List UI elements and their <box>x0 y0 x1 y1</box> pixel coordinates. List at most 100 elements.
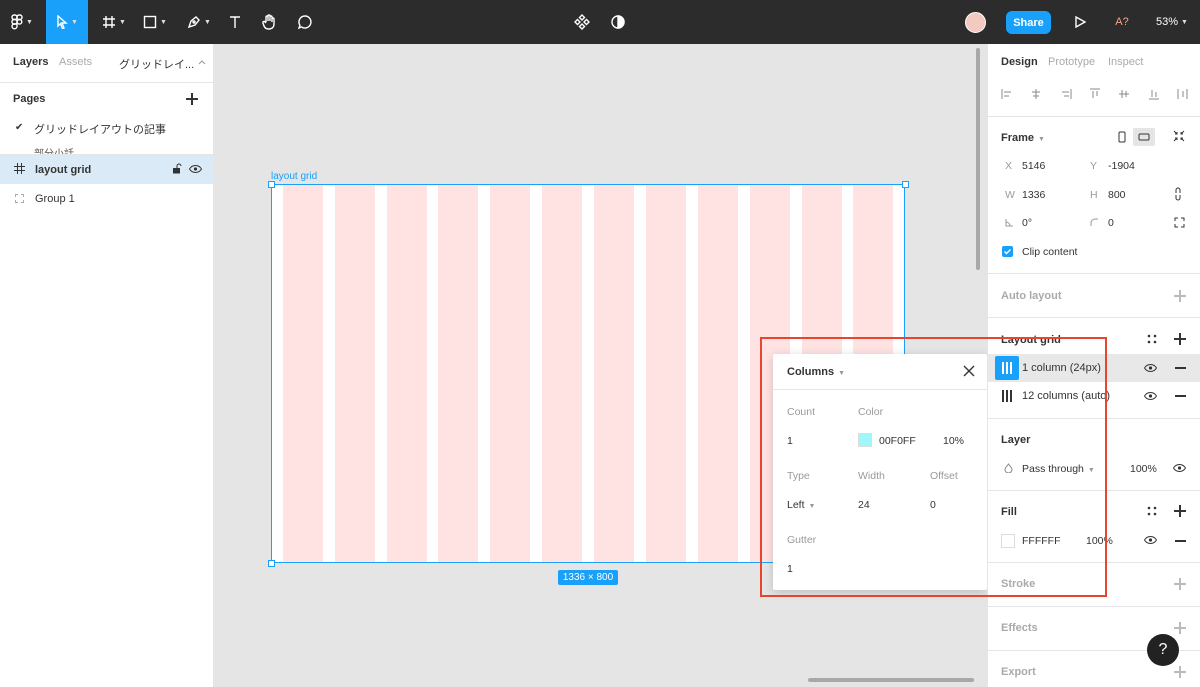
layer-label: Group 1 <box>35 193 75 205</box>
add-export-icon[interactable] <box>1174 666 1186 678</box>
add-fill-icon[interactable] <box>1174 505 1186 517</box>
grid-column <box>698 185 738 562</box>
align-middle-icon[interactable] <box>1118 88 1130 100</box>
eye-icon[interactable] <box>189 165 202 173</box>
grid-column <box>283 185 323 562</box>
add-auto-layout-icon[interactable] <box>1174 290 1186 302</box>
landscape-button[interactable] <box>1133 128 1155 146</box>
hand-icon <box>262 14 275 30</box>
frame-section-title[interactable]: Frame ▼ <box>1001 132 1045 144</box>
pages-title: Pages <box>13 93 46 105</box>
user-avatar[interactable] <box>965 12 986 33</box>
comment-icon <box>297 15 312 30</box>
chevron-up-icon[interactable] <box>198 59 206 65</box>
add-layout-grid-icon[interactable] <box>1174 333 1186 345</box>
highlight-box <box>760 337 1107 597</box>
pen-icon <box>187 16 200 29</box>
missing-fonts-button[interactable]: A? <box>1112 0 1132 44</box>
comment-tool-button[interactable] <box>294 0 316 44</box>
effects-title: Effects <box>1001 622 1038 634</box>
eye-icon[interactable] <box>1144 536 1157 544</box>
corner-radius-icon <box>1090 218 1098 226</box>
remove-grid-icon[interactable] <box>1175 395 1186 397</box>
text-icon <box>230 16 240 28</box>
resize-to-fit-icon[interactable] <box>1173 130 1185 142</box>
constrain-proportions-icon[interactable] <box>1174 187 1182 201</box>
tab-inspect[interactable]: Inspect <box>1108 56 1143 68</box>
page-switcher[interactable]: グリッドレイ... <box>119 56 194 72</box>
align-center-icon[interactable] <box>1030 88 1042 100</box>
rotation-input[interactable]: 0° <box>1022 217 1032 229</box>
grid-column <box>438 185 478 562</box>
layer-row-layout-grid[interactable]: layout grid <box>0 155 214 184</box>
y-label: Y <box>1090 160 1098 172</box>
width-input[interactable]: 1336 <box>1022 189 1045 201</box>
component-icon <box>574 14 590 30</box>
resize-handle[interactable] <box>902 181 909 188</box>
align-top-icon[interactable] <box>1089 88 1101 100</box>
clip-content-label: Clip content <box>1022 246 1078 258</box>
frame-name-label[interactable]: layout grid <box>271 171 317 182</box>
align-left-icon[interactable] <box>1001 88 1013 100</box>
alignment-toolbar <box>1001 88 1191 100</box>
theme-toggle-button[interactable] <box>607 0 629 44</box>
resize-handle[interactable] <box>268 560 275 567</box>
eye-icon[interactable] <box>1144 392 1157 400</box>
grid-column <box>646 185 686 562</box>
eye-icon[interactable] <box>1173 464 1186 472</box>
tab-prototype[interactable]: Prototype <box>1048 56 1095 68</box>
add-effect-icon[interactable] <box>1174 622 1186 634</box>
tab-assets[interactable]: Assets <box>59 56 92 68</box>
vertical-scrollbar[interactable] <box>976 48 980 270</box>
page-item-current[interactable]: グリッドレイアウトの記事 <box>34 121 166 137</box>
x-input[interactable]: 5146 <box>1022 160 1045 172</box>
resize-handle[interactable] <box>268 181 275 188</box>
shape-tool-button[interactable]: ▼ <box>138 0 172 44</box>
check-icon <box>1004 249 1011 255</box>
figma-logo-icon <box>11 14 23 30</box>
text-tool-button[interactable] <box>224 0 246 44</box>
x-label: X <box>1005 160 1013 172</box>
check-icon: ✔ <box>15 122 24 133</box>
divider <box>0 82 214 83</box>
add-stroke-icon[interactable] <box>1174 578 1186 590</box>
y-input[interactable]: -1904 <box>1108 160 1135 172</box>
align-bottom-icon[interactable] <box>1148 88 1160 100</box>
tab-layers[interactable]: Layers <box>13 56 48 68</box>
distribute-icon[interactable] <box>1177 88 1191 100</box>
unlock-icon[interactable] <box>172 163 182 174</box>
pen-tool-button[interactable]: ▼ <box>182 0 216 44</box>
remove-grid-icon[interactable] <box>1175 367 1186 369</box>
components-button[interactable] <box>571 0 593 44</box>
hand-tool-button[interactable] <box>258 0 280 44</box>
layer-opacity-input[interactable]: 100% <box>1130 463 1157 475</box>
portrait-icon[interactable] <box>1118 131 1126 143</box>
align-right-icon[interactable] <box>1060 88 1072 100</box>
zoom-menu[interactable]: 53% ▼ <box>1152 0 1192 44</box>
clip-content-checkbox[interactable] <box>1002 246 1013 257</box>
eye-icon[interactable] <box>1144 364 1157 372</box>
help-button[interactable]: ? <box>1147 634 1179 666</box>
add-page-icon[interactable] <box>186 93 198 105</box>
fill-styles-icon[interactable] <box>1147 506 1157 516</box>
corner-radius-input[interactable]: 0 <box>1108 217 1114 229</box>
remove-fill-icon[interactable] <box>1175 540 1186 542</box>
frame-hash-icon <box>103 16 116 28</box>
horizontal-scrollbar[interactable] <box>808 678 974 682</box>
main-menu-button[interactable]: ▼ <box>6 0 38 44</box>
export-title: Export <box>1001 666 1036 678</box>
share-button[interactable]: Share <box>1006 11 1051 34</box>
move-tool-button[interactable]: ▼ <box>46 0 88 44</box>
landscape-icon <box>1138 133 1150 141</box>
height-input[interactable]: 800 <box>1108 189 1126 201</box>
independent-corners-icon[interactable] <box>1174 217 1185 228</box>
present-button[interactable] <box>1070 0 1090 44</box>
grid-column <box>594 185 634 562</box>
layer-row-group-1[interactable]: Group 1 <box>0 184 214 213</box>
layer-label: layout grid <box>35 164 92 176</box>
frame-hash-icon <box>14 163 25 174</box>
left-panel: Layers Assets グリッドレイ... Pages ✔ グリッドレイアウ… <box>0 44 214 687</box>
frame-tool-button[interactable]: ▼ <box>98 0 130 44</box>
grid-styles-icon[interactable] <box>1147 334 1157 344</box>
tab-design[interactable]: Design <box>1001 56 1038 68</box>
